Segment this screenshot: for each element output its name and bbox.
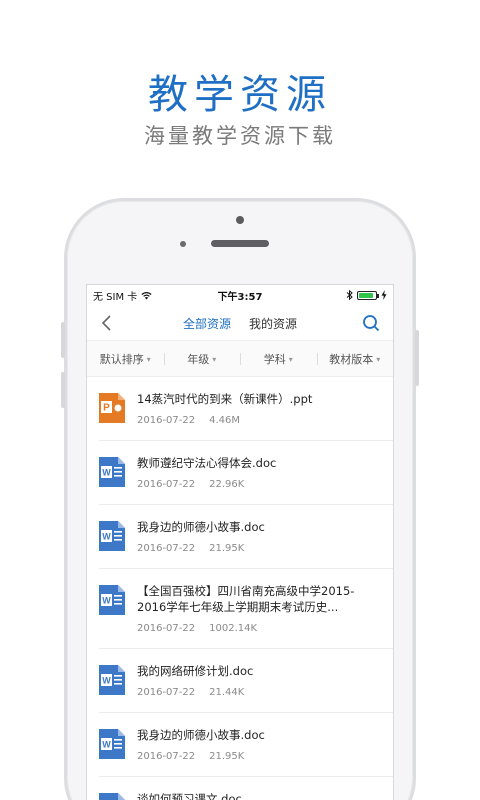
list-item[interactable]: W 【全国百强校】四川省南充高级中学2015-2016学年七年级上学期期末考试历… [99,569,393,649]
file-title: 我身边的师德小故事.doc [137,520,265,534]
tab-all-resources[interactable]: 全部资源 [183,315,231,332]
filter-sort[interactable]: 默认排序 ▾ [87,351,164,367]
charging-icon [381,290,387,300]
file-title: 我身边的师德小故事.doc [137,728,265,742]
file-info: 2016-07-22 21.95K [137,751,375,762]
filter-edition[interactable]: 教材版本 ▾ [316,351,394,367]
list-item-meta: 14蒸汽时代的到来（新课件）.ppt 2016-07-22 4.46M [137,391,393,426]
filter-grade-label: 年级 [187,352,210,366]
svg-text:W: W [102,676,111,686]
list-item[interactable]: W 我身边的师德小故事.doc 2016-07-22 21.95K [99,713,393,777]
list-item[interactable]: W 我身边的师德小故事.doc 2016-07-22 21.95K [99,505,393,569]
svg-text:W: W [102,468,111,478]
file-size: 4.46M [209,415,241,426]
list-item-meta: 【全国百强校】四川省南充高级中学2015-2016学年七年级上学期期末考试历史.… [137,583,393,634]
word-file-icon: W [99,521,125,551]
status-bar: 无 SIM 卡 下午3:57 [87,285,393,305]
file-date: 2016-07-22 [137,543,196,554]
filter-subject-label: 学科 [263,352,286,366]
list-item[interactable]: P 14蒸汽时代的到来（新课件）.ppt 2016-07-22 4.46M [99,377,393,441]
list-item[interactable]: W 我的网络研修计划.doc 2016-07-22 21.44K [99,649,393,713]
list-item-meta: 我的网络研修计划.doc 2016-07-22 21.44K [137,663,393,698]
app-screen: 无 SIM 卡 下午3:57 全部资源 我的资源 默认排序 ▾ 年级 ▾ 学科 … [86,284,394,800]
filter-sort-label: 默认排序 [99,352,144,366]
phone-volume-down [61,372,65,408]
file-size: 21.44K [209,687,245,698]
list-item[interactable]: W 谈如何预习课文.doc [99,777,393,800]
file-size: 22.96K [209,479,245,490]
resource-list: P 14蒸汽时代的到来（新课件）.ppt 2016-07-22 4.46M W … [87,377,393,800]
front-camera [236,216,244,224]
file-info: 2016-07-22 21.44K [137,687,375,698]
file-info: 2016-07-22 1002.14K [137,623,375,634]
list-item[interactable]: W 教师遵纪守法心得体会.doc 2016-07-22 22.96K [99,441,393,505]
chevron-down-icon: ▾ [212,354,217,364]
list-item-meta: 我身边的师德小故事.doc 2016-07-22 21.95K [137,519,393,554]
file-date: 2016-07-22 [137,687,196,698]
tab-my-resources[interactable]: 我的资源 [249,315,297,332]
carrier-label: 无 SIM 卡 [93,291,138,303]
file-date: 2016-07-22 [137,751,196,762]
hero-title: 教学资源 [148,72,332,118]
file-title: 教师遵纪守法心得体会.doc [137,456,277,470]
file-date: 2016-07-22 [137,415,196,426]
resource-tabs: 全部资源 我的资源 [87,305,393,341]
word-file-icon: W [99,457,125,487]
file-size: 21.95K [209,751,245,762]
file-size: 1002.14K [209,623,258,634]
list-item-meta: 谈如何预习课文.doc [137,791,393,800]
file-title: 我的网络研修计划.doc [137,664,254,678]
word-file-icon: W [99,665,125,695]
file-info: 2016-07-22 4.46M [137,415,375,426]
hero-subtitle: 海量教学资源下载 [144,124,336,148]
svg-text:W: W [102,596,111,606]
earpiece-speaker [211,240,269,247]
proximity-sensor [180,241,186,247]
svg-text:P: P [103,403,110,414]
bluetooth-icon [346,290,353,300]
phone-power-button [415,330,419,386]
file-date: 2016-07-22 [137,479,196,490]
filter-subject[interactable]: 学科 ▾ [240,351,317,367]
chevron-down-icon: ▾ [376,354,381,364]
search-icon[interactable] [361,313,381,333]
nav-bar: 全部资源 我的资源 [87,305,393,341]
battery-icon [357,290,379,300]
file-size: 21.95K [209,543,245,554]
svg-text:W: W [102,740,111,750]
word-file-icon: W [99,729,125,759]
chevron-down-icon: ▾ [288,354,293,364]
filter-bar: 默认排序 ▾ 年级 ▾ 学科 ▾ 教材版本 ▾ [87,341,393,377]
word-file-icon: W [99,585,125,615]
file-info: 2016-07-22 21.95K [137,543,375,554]
phone-volume-up [61,322,65,358]
file-info: 2016-07-22 22.96K [137,479,375,490]
chevron-down-icon: ▾ [146,354,151,364]
filter-edition-label: 教材版本 [329,352,374,366]
filter-grade[interactable]: 年级 ▾ [163,351,241,367]
wifi-icon [141,291,152,299]
ppt-file-icon: P [99,393,125,423]
file-date: 2016-07-22 [137,623,196,634]
file-title: 谈如何预习课文.doc [137,792,242,800]
word-file-icon: W [99,793,125,800]
list-item-meta: 教师遵纪守法心得体会.doc 2016-07-22 22.96K [137,455,393,490]
svg-text:W: W [102,532,111,542]
status-time: 下午3:57 [217,291,263,303]
file-title: 【全国百强校】四川省南充高级中学2015-2016学年七年级上学期期末考试历史.… [137,584,355,614]
file-title: 14蒸汽时代的到来（新课件）.ppt [137,392,313,406]
list-item-meta: 我身边的师德小故事.doc 2016-07-22 21.95K [137,727,393,762]
